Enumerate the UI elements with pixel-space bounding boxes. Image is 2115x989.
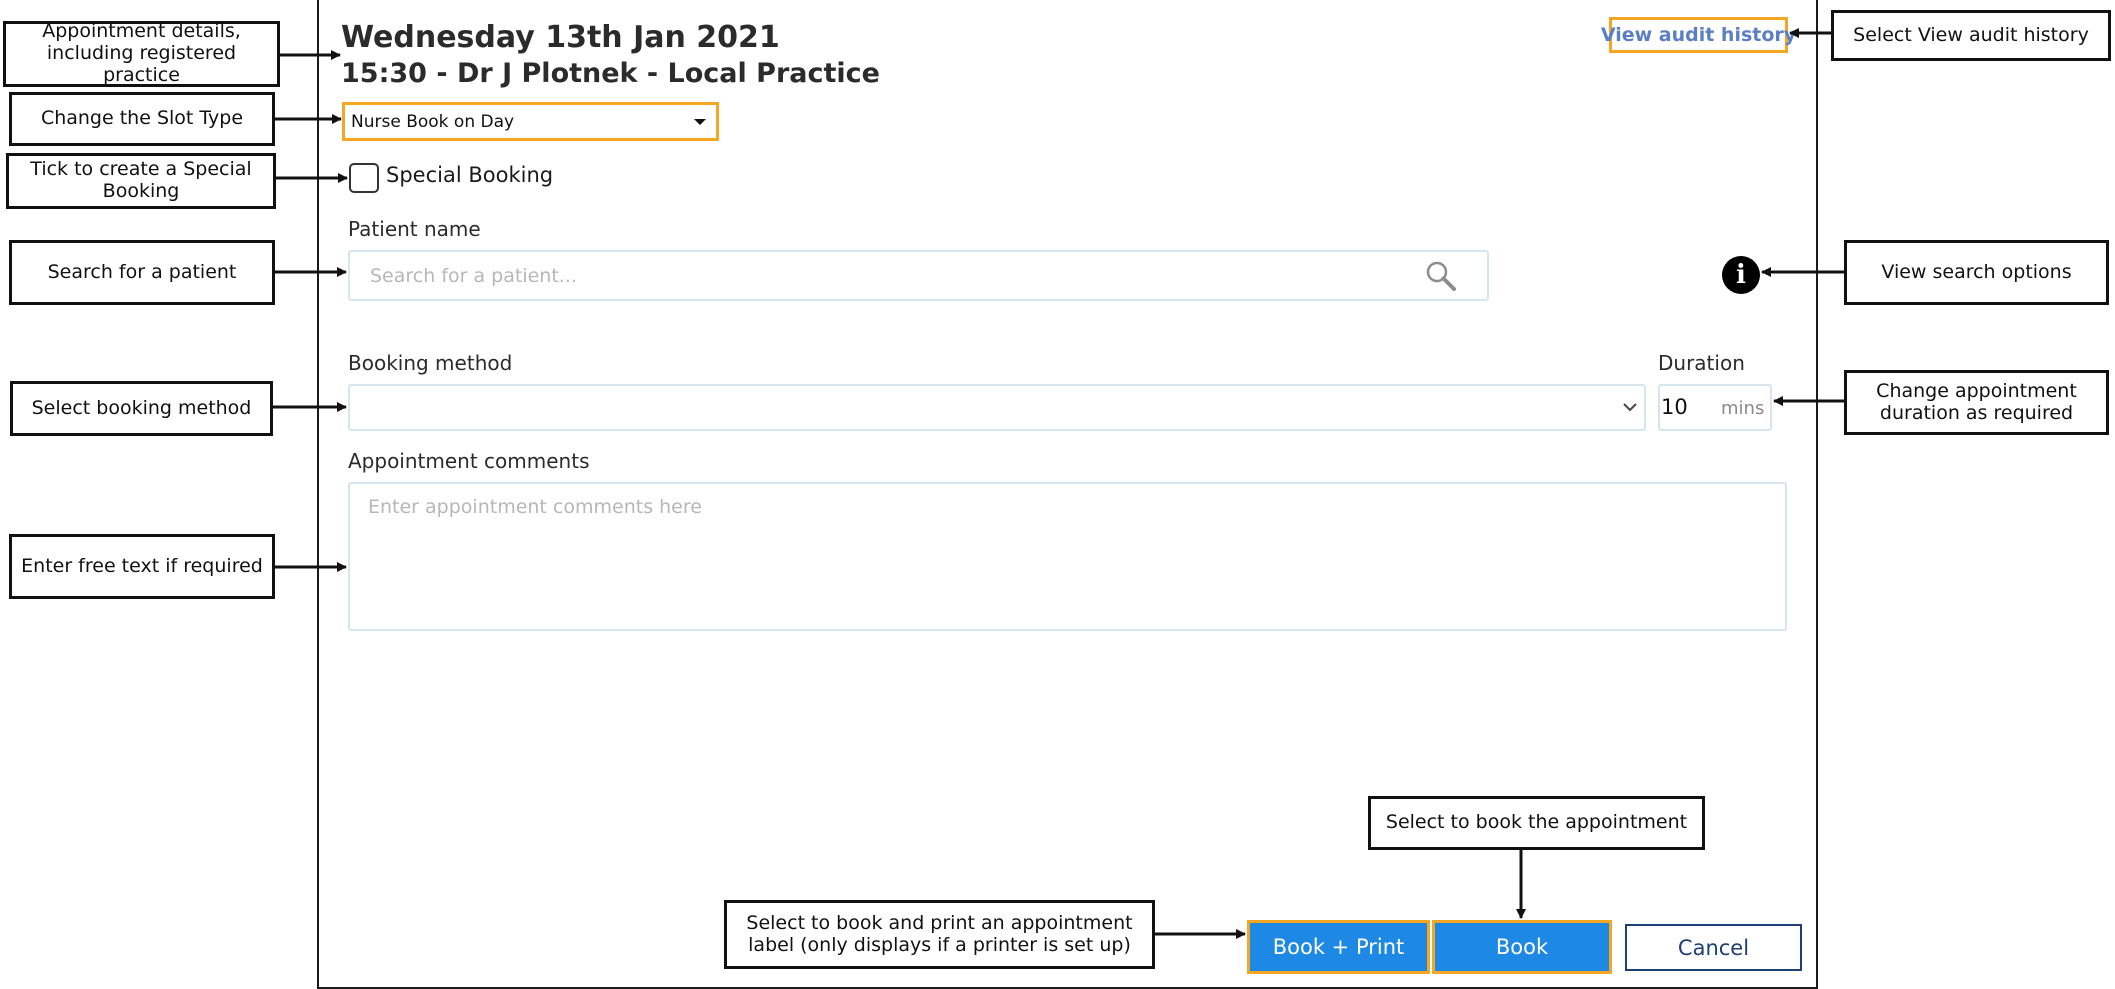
callout-book: Select to book the appointment [1368,796,1705,850]
callout-search-patient: Search for a patient [9,240,275,305]
appointment-comments-label: Appointment comments [348,449,590,473]
caret-down-icon [694,119,706,125]
duration-value: 10 [1661,395,1688,419]
search-icon[interactable] [1424,259,1458,293]
callout-special-booking: Tick to create a Special Booking [6,153,276,209]
callout-slot-type: Change the Slot Type [9,92,275,146]
callout-appointment-details: Appointment details, including registere… [3,20,280,87]
callout-book-print: Select to book and print an appointment … [724,900,1155,969]
slot-type-select[interactable]: Nurse Book on Day [342,102,719,141]
appointment-comments-textarea[interactable]: Enter appointment comments here [348,482,1787,631]
patient-search-input[interactable]: Search for a patient... [348,250,1489,301]
booking-method-label: Booking method [348,351,513,375]
book-print-button[interactable]: Book + Print [1247,920,1430,974]
appointment-comments-placeholder: Enter appointment comments here [368,496,702,518]
booking-method-select[interactable] [348,384,1646,431]
chevron-down-icon [1623,403,1637,412]
callout-free-text: Enter free text if required [9,534,275,599]
special-booking-label: Special Booking [386,163,554,187]
callout-audit-history: Select View audit history [1831,10,2111,61]
callout-duration: Change appointment duration as required [1844,370,2109,435]
callout-search-options: View search options [1844,240,2109,305]
view-audit-history-link[interactable]: View audit history [1601,17,1796,53]
slot-type-value: Nurse Book on Day [351,111,515,132]
book-button[interactable]: Book [1432,920,1612,974]
patient-search-placeholder: Search for a patient... [370,264,577,287]
patient-name-label: Patient name [348,217,481,241]
duration-label: Duration [1658,351,1745,375]
appointment-slot-heading: 15:30 - Dr J Plotnek - Local Practice [341,58,880,89]
callout-booking-method: Select booking method [10,381,273,436]
appointment-date-heading: Wednesday 13th Jan 2021 [341,20,780,55]
duration-unit: mins [1721,398,1765,419]
special-booking-checkbox[interactable] [349,163,379,193]
info-icon[interactable]: i [1722,256,1760,294]
cancel-button[interactable]: Cancel [1625,924,1802,971]
